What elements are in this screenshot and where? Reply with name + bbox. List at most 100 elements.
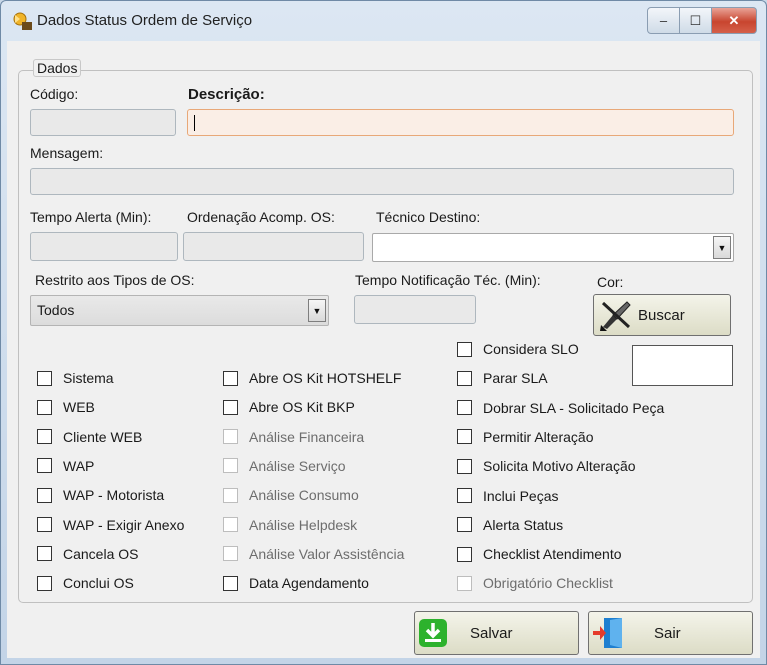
checkbox-label: WEB <box>63 399 95 416</box>
checkbox-label: Análise Financeira <box>249 428 365 445</box>
checkbox-box[interactable] <box>37 517 52 532</box>
checkbox-col2-4: Análise Consumo <box>223 487 359 503</box>
salvar-label: Salvar <box>470 624 513 642</box>
chevron-down-icon[interactable]: ▼ <box>713 236 731 259</box>
checkbox-col1-1[interactable]: WEB <box>37 399 95 415</box>
checkbox-col2-1[interactable]: Abre OS Kit BKP <box>223 399 355 415</box>
checkbox-col2-7[interactable]: Data Agendamento <box>223 575 369 591</box>
mensagem-field[interactable] <box>30 168 734 195</box>
checkbox-box[interactable] <box>37 399 52 415</box>
window: Dados Status Ordem de Serviço – ☐ ✕ Dado… <box>0 0 767 665</box>
buscar-button[interactable]: Buscar <box>593 294 731 336</box>
checkbox-col1-0[interactable]: Sistema <box>37 370 114 386</box>
chevron-down-icon[interactable]: ▼ <box>308 299 326 322</box>
sair-button[interactable]: Sair <box>588 611 753 655</box>
checkbox-col2-5: Análise Helpdesk <box>223 517 357 533</box>
codigo-field[interactable] <box>30 109 176 136</box>
checkbox-label: WAP <box>63 457 95 474</box>
checkbox-label: Inclui Peças <box>483 487 559 504</box>
window-title: Dados Status Ordem de Serviço <box>37 12 253 29</box>
checkbox-col1-5[interactable]: WAP - Exigir Anexo <box>37 517 184 533</box>
checkbox-col2-0[interactable]: Abre OS Kit HOTSHELF <box>223 370 401 386</box>
checkbox-label: Análise Serviço <box>249 457 346 474</box>
checkbox-box[interactable] <box>457 370 472 386</box>
checkbox-box <box>457 575 472 591</box>
mensagem-label: Mensagem: <box>30 145 104 161</box>
checkbox-col3-4[interactable]: Solicita Motivo Alteração <box>457 458 636 474</box>
tempo-notificacao-field[interactable] <box>354 295 476 324</box>
checkbox-box[interactable] <box>37 458 52 474</box>
checkbox-box[interactable] <box>457 341 472 357</box>
checkbox-label: Parar SLA <box>483 370 548 387</box>
checkbox-box[interactable] <box>457 400 472 416</box>
paint-brush-icon <box>600 301 631 331</box>
checkbox-box[interactable] <box>37 487 52 503</box>
checkbox-col3-3[interactable]: Permitir Alteração <box>457 429 593 445</box>
checkbox-col1-6[interactable]: Cancela OS <box>37 546 138 562</box>
checkbox-box[interactable] <box>457 429 472 445</box>
checkbox-col2-6: Análise Valor Assistência <box>223 546 404 562</box>
descricao-field[interactable] <box>187 109 734 136</box>
cor-label: Cor: <box>597 274 624 290</box>
checkbox-label: Alerta Status <box>483 516 564 533</box>
checkbox-box[interactable] <box>457 517 472 533</box>
checkbox-label: Solicita Motivo Alteração <box>483 458 636 475</box>
checkbox-label: Considera SLO <box>483 341 579 357</box>
checkbox-box[interactable] <box>223 370 238 386</box>
close-button[interactable]: ✕ <box>712 7 757 34</box>
restrito-dropdown[interactable]: Todos ▼ <box>30 295 329 326</box>
checkbox-col3-1[interactable]: Parar SLA <box>457 370 548 386</box>
app-icon <box>13 12 32 30</box>
checkbox-label: Obrigatório Checklist <box>483 575 613 592</box>
checkbox-col1-4[interactable]: WAP - Motorista <box>37 487 164 503</box>
checkbox-label: Análise Valor Assistência <box>249 545 405 562</box>
salvar-button[interactable]: Salvar <box>414 611 579 655</box>
checkbox-col1-2[interactable]: Cliente WEB <box>37 429 142 445</box>
checkbox-box[interactable] <box>457 546 472 562</box>
checkbox-box[interactable] <box>457 458 472 474</box>
tempo-alerta-field[interactable] <box>30 232 178 261</box>
checkbox-label: Análise Helpdesk <box>249 516 358 533</box>
tempo-alerta-label: Tempo Alerta (Min): <box>30 209 152 225</box>
buscar-label: Buscar <box>638 306 685 324</box>
checkbox-col1-3[interactable]: WAP <box>37 458 94 474</box>
ordenacao-field[interactable] <box>183 232 364 261</box>
checkbox-label: WAP - Exigir Anexo <box>63 516 185 533</box>
group-legend: Dados <box>33 59 82 77</box>
checkbox-box[interactable] <box>457 488 472 503</box>
form-body: Dados Código: Descrição: Mensagem: Tempo… <box>7 41 760 658</box>
checkbox-box[interactable] <box>223 575 238 591</box>
checkbox-box[interactable] <box>223 399 238 415</box>
checkbox-box <box>223 458 238 474</box>
checkbox-col1-7[interactable]: Conclui OS <box>37 575 134 591</box>
minimize-button[interactable]: – <box>647 7 680 34</box>
text-caret <box>194 115 195 132</box>
restrito-value: Todos <box>37 302 75 318</box>
checkbox-label: Cancela OS <box>63 545 139 562</box>
checkbox-col3-5[interactable]: Inclui Peças <box>457 488 558 504</box>
maximize-button[interactable]: ☐ <box>680 7 712 34</box>
checkbox-box[interactable] <box>37 575 52 591</box>
checkbox-label: Análise Consumo <box>249 487 359 504</box>
exit-door-icon <box>593 618 622 648</box>
checkbox-label: Checklist Atendimento <box>483 546 622 563</box>
checkbox-col3-2[interactable]: Dobrar SLA - Solicitado Peça <box>457 400 664 416</box>
title-bar[interactable]: Dados Status Ordem de Serviço – ☐ ✕ <box>1 1 766 41</box>
checkbox-label: Dobrar SLA - Solicitado Peça <box>483 399 665 416</box>
sair-label: Sair <box>654 624 681 642</box>
checkbox-col3-6[interactable]: Alerta Status <box>457 517 563 533</box>
checkbox-box[interactable] <box>37 429 52 445</box>
checkbox-box <box>223 429 238 445</box>
checkbox-col3-0[interactable]: Considera SLO <box>457 341 579 357</box>
checkbox-col3-7[interactable]: Checklist Atendimento <box>457 546 622 562</box>
checkbox-box[interactable] <box>37 546 52 562</box>
minimize-icon: – <box>659 13 668 28</box>
ordenacao-label: Ordenação Acomp. OS: <box>187 209 335 225</box>
checkbox-label: Data Agendamento <box>249 575 369 592</box>
tecnico-dropdown[interactable]: ▼ <box>372 233 734 262</box>
checkbox-label: WAP - Motorista <box>63 487 165 504</box>
checkbox-box[interactable] <box>37 370 52 386</box>
tempo-notificacao-label: Tempo Notificação Téc. (Min): <box>355 272 541 288</box>
checkbox-box <box>223 517 238 532</box>
checkbox-label: Sistema <box>63 370 114 386</box>
